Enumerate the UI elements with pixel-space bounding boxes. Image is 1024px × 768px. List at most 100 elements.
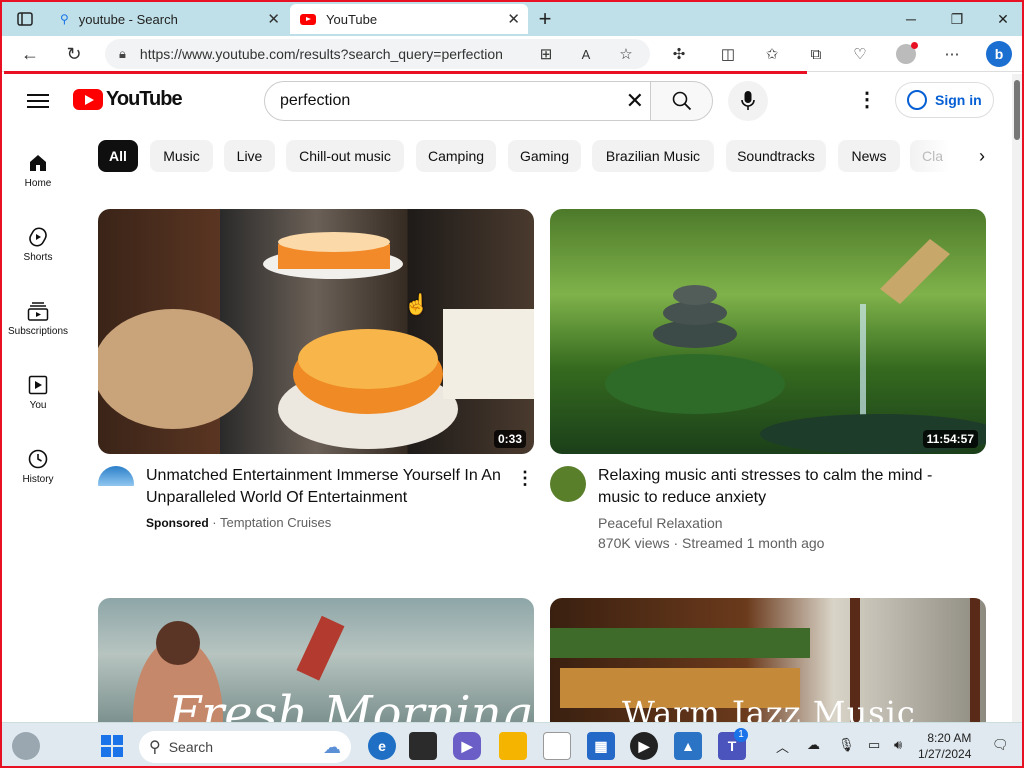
widgets-icon[interactable] bbox=[12, 732, 40, 760]
channel-name[interactable]: · Temptation Cruises bbox=[212, 515, 331, 530]
chip-music[interactable]: Music bbox=[150, 140, 213, 172]
sidebar-label: Subscriptions bbox=[7, 326, 69, 337]
sidebar-label: Shorts bbox=[23, 252, 53, 263]
search-input[interactable] bbox=[280, 92, 600, 110]
photos-icon[interactable]: ▲ bbox=[674, 732, 702, 760]
tab-search[interactable]: ⚲ youtube - Search ✕ bbox=[50, 4, 288, 34]
video-title[interactable]: Unmatched Entertainment Immerse Yourself… bbox=[146, 465, 511, 509]
chip-soundtracks[interactable]: Soundtracks bbox=[726, 140, 826, 172]
close-icon[interactable]: ✕ bbox=[507, 10, 520, 28]
chip-news[interactable]: News bbox=[838, 140, 900, 172]
chat-icon[interactable]: ▶ bbox=[453, 732, 481, 760]
chevron-up-icon[interactable]: ︿ bbox=[776, 737, 789, 756]
search-button[interactable] bbox=[650, 81, 713, 121]
chip-live[interactable]: Live bbox=[224, 140, 275, 172]
url-text: https://www.youtube.com/results?search_q… bbox=[139, 46, 503, 62]
extensions-icon[interactable]: ✣ bbox=[669, 44, 689, 64]
browser-essentials-icon[interactable]: ♡ bbox=[850, 44, 870, 64]
sidebar-item-you[interactable]: You bbox=[2, 372, 74, 411]
store-icon[interactable]: ▦ bbox=[587, 732, 615, 760]
sign-in-button[interactable]: Sign in bbox=[895, 82, 994, 118]
search-icon bbox=[672, 91, 691, 111]
lock-icon: 🔒︎ bbox=[119, 46, 126, 61]
hamburger-menu-icon[interactable] bbox=[27, 90, 49, 110]
favorites-icon[interactable]: ✩ bbox=[762, 44, 782, 64]
channel-avatar[interactable] bbox=[550, 466, 586, 502]
restore-icon[interactable]: ❐ bbox=[946, 8, 968, 30]
youtube-play-icon bbox=[73, 89, 103, 110]
cake-thumbnail-art bbox=[98, 232, 534, 449]
chip-partial[interactable]: Cla bbox=[910, 140, 950, 172]
file-explorer-icon[interactable] bbox=[499, 732, 527, 760]
clock-date: 1/27/2024 bbox=[918, 747, 972, 761]
media-player-icon[interactable]: ▶ bbox=[630, 732, 658, 760]
volume-icon[interactable]: 🔊︎ bbox=[894, 737, 902, 753]
video-title[interactable]: Relaxing music anti stresses to calm the… bbox=[598, 465, 978, 509]
video-title-line: Relaxing music anti stresses to calm the… bbox=[598, 467, 933, 484]
sidebar-item-subscriptions[interactable]: Subscriptions bbox=[2, 298, 74, 337]
home-icon bbox=[2, 150, 74, 176]
start-icon[interactable] bbox=[98, 732, 126, 760]
channel-avatar[interactable] bbox=[98, 466, 134, 502]
sidebar-item-shorts[interactable]: Shorts bbox=[2, 224, 74, 263]
sidebar-label: Home bbox=[24, 178, 52, 189]
search-box[interactable]: ✕ bbox=[264, 81, 651, 121]
video-thumbnail[interactable]: Fresh Morning bbox=[98, 598, 534, 722]
split-screen-icon[interactable]: ◫ bbox=[718, 44, 738, 64]
chevron-right-icon[interactable]: › bbox=[970, 144, 994, 168]
close-icon[interactable]: ✕ bbox=[267, 10, 280, 28]
profile-icon[interactable] bbox=[896, 42, 918, 64]
settings-more-icon[interactable]: ⋯ bbox=[942, 44, 962, 64]
clear-search-icon[interactable]: ✕ bbox=[626, 90, 644, 112]
page-scrollbar[interactable] bbox=[1012, 74, 1022, 722]
youtube-logo[interactable]: YouTube bbox=[73, 88, 183, 111]
chip-gaming[interactable]: Gaming bbox=[508, 140, 581, 172]
notepad-icon[interactable] bbox=[543, 732, 571, 760]
url-field[interactable]: 🔒︎ https://www.youtube.com/results?searc… bbox=[105, 39, 650, 69]
channel-name[interactable]: Peaceful Relaxation bbox=[598, 515, 723, 531]
app-available-icon[interactable]: ⊞ bbox=[536, 44, 556, 64]
video-menu-icon[interactable]: ⋮ bbox=[516, 468, 534, 489]
history-icon bbox=[2, 446, 74, 472]
video-thumbnail[interactable]: 0:33 bbox=[98, 209, 534, 454]
scrollbar-thumb[interactable] bbox=[1014, 80, 1020, 140]
cloud-icon: ☁ bbox=[323, 736, 341, 757]
chip-camping[interactable]: Camping bbox=[416, 140, 496, 172]
back-icon[interactable]: ← bbox=[18, 42, 42, 66]
voice-search-button[interactable] bbox=[728, 81, 768, 121]
account-icon bbox=[907, 90, 927, 110]
read-aloud-icon[interactable]: A bbox=[576, 44, 596, 64]
edge-preview-icon[interactable]: e bbox=[368, 732, 396, 760]
search-icon: ⚲ bbox=[149, 739, 161, 756]
chip-all[interactable]: All bbox=[98, 140, 138, 172]
tab-actions-icon[interactable] bbox=[14, 8, 36, 30]
video-thumbnail[interactable]: 11:54:57 bbox=[550, 209, 986, 454]
video-stats: 870K views · Streamed 1 month ago bbox=[598, 535, 825, 551]
refresh-icon[interactable]: ↻ bbox=[62, 42, 86, 66]
minimize-icon[interactable]: ─ bbox=[900, 8, 922, 30]
tab-youtube[interactable]: YouTube ✕ bbox=[290, 4, 528, 34]
new-tab-icon[interactable]: + bbox=[534, 6, 556, 31]
notifications-icon[interactable]: 🗨︎ bbox=[992, 737, 1009, 753]
network-icon[interactable]: ▭ bbox=[868, 737, 880, 753]
chip-brazilian-music[interactable]: Brazilian Music bbox=[592, 140, 714, 172]
subscriptions-icon bbox=[2, 298, 74, 324]
video-thumbnail[interactable]: Warm Jazz Music bbox=[550, 598, 986, 722]
sidebar-item-history[interactable]: History bbox=[2, 446, 74, 485]
task-view-icon[interactable] bbox=[409, 732, 437, 760]
microphone-icon[interactable]: 🎙︎ bbox=[838, 737, 855, 753]
windows-taskbar: ⚲ Search ☁ e ▶ ▦ ▶ ▲ T 1 ︿ ☁ 🎙︎ ▭ 🔊︎ 8:2… bbox=[2, 722, 1022, 766]
more-options-icon[interactable]: ⋮ bbox=[857, 90, 877, 112]
chip-chill-out-music[interactable]: Chill-out music bbox=[286, 140, 404, 172]
window-close-icon[interactable]: ✕ bbox=[992, 8, 1014, 30]
bing-copilot-icon[interactable]: b bbox=[986, 41, 1012, 67]
favorite-star-icon[interactable]: ☆ bbox=[616, 44, 636, 64]
tab-title: YouTube bbox=[326, 11, 378, 27]
video-title-line: Unmatched Entertainment Immerse Yourself… bbox=[146, 467, 501, 484]
taskbar-clock[interactable]: 8:20 AM 1/27/2024 bbox=[918, 730, 971, 762]
taskbar-search[interactable]: ⚲ Search ☁ bbox=[139, 731, 351, 763]
onedrive-icon[interactable]: ☁ bbox=[807, 737, 820, 753]
collections-icon[interactable]: ⧉ bbox=[806, 44, 826, 64]
sidebar-item-home[interactable]: Home bbox=[2, 150, 74, 189]
thumbnail-overlay-text: Warm Jazz Music bbox=[622, 694, 916, 722]
